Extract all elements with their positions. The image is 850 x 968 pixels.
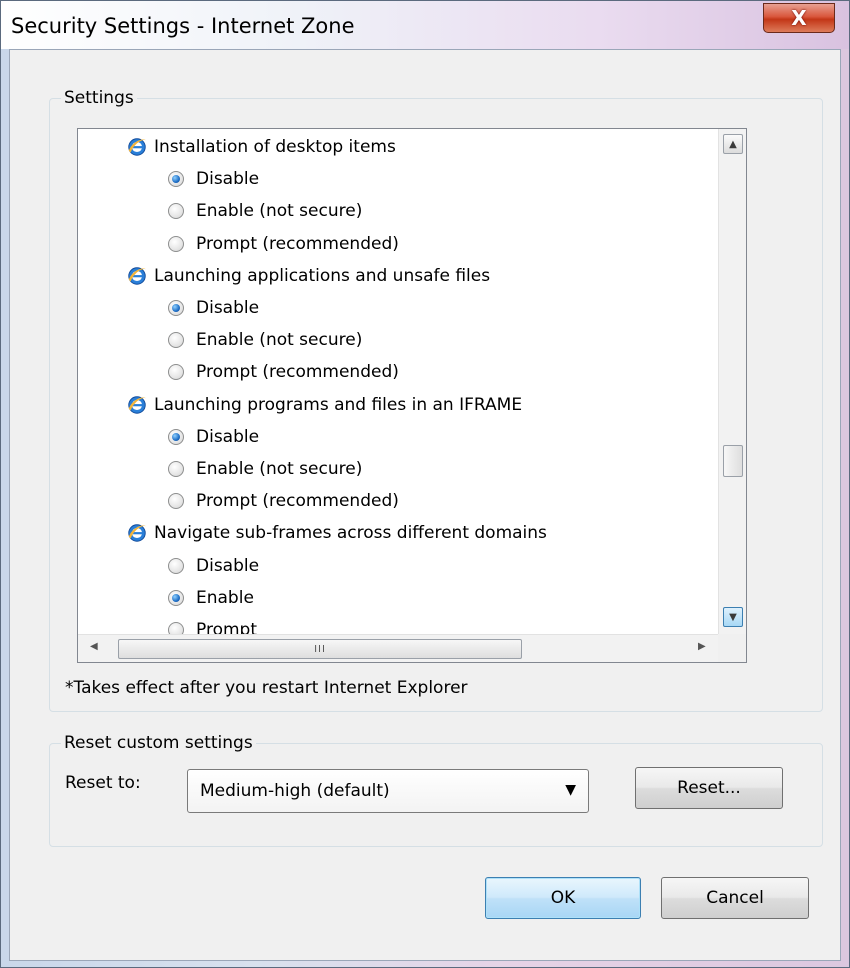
close-button[interactable]: X — [763, 3, 835, 33]
horizontal-scroll-thumb[interactable]: III — [118, 639, 522, 659]
settings-list[interactable]: Installation of desktop items Disable Enab… — [77, 128, 747, 663]
setting-category: Launching programs and files in an IFRAM… — [126, 389, 522, 421]
radio-unchecked-icon[interactable] — [168, 461, 184, 477]
setting-option-label: Enable (not secure) — [196, 459, 363, 479]
restart-note: *Takes effect after you restart Internet… — [65, 678, 468, 698]
setting-category: Launching applications and unsafe files — [126, 260, 490, 292]
radio-unchecked-icon[interactable] — [168, 203, 184, 220]
scroll-down-button[interactable]: ▼ — [723, 607, 743, 627]
cancel-button-label: Cancel — [706, 888, 764, 908]
horizontal-scrollbar[interactable]: ◀ III ▶ — [78, 634, 720, 662]
radio-checked-icon[interactable] — [168, 171, 184, 188]
setting-category-label: Launching programs and files in an IFRAM… — [154, 394, 523, 415]
internet-explorer-icon — [126, 136, 148, 158]
window-title: Security Settings - Internet Zone — [11, 14, 355, 38]
radio-checked-icon[interactable] — [168, 300, 184, 316]
setting-option-label: Disable — [196, 169, 260, 190]
setting-option[interactable]: Enable (not secure) — [168, 195, 362, 227]
setting-option[interactable]: Disable — [168, 550, 259, 582]
setting-category-label: Launching applications and unsafe files — [154, 265, 491, 286]
reset-level-dropdown[interactable]: Medium-high (default) ▼ — [187, 769, 589, 813]
setting-option[interactable]: Enable (not secure) — [168, 324, 362, 356]
scroll-up-button[interactable]: ▲ — [723, 134, 743, 154]
vertical-scrollbar[interactable]: ▲ ▼ — [718, 129, 746, 634]
setting-option-label: Prompt (recommended) — [196, 233, 399, 254]
ok-button-label: OK — [550, 888, 576, 908]
internet-explorer-icon — [126, 265, 148, 287]
cancel-button[interactable]: Cancel — [661, 877, 809, 919]
radio-unchecked-icon[interactable] — [168, 493, 184, 510]
radio-unchecked-icon[interactable] — [168, 364, 184, 381]
setting-option-label: Enable — [196, 587, 254, 608]
security-settings-dialog: Security Settings - Internet Zone X Sett… — [0, 0, 850, 968]
setting-option-label: Prompt (recommended) — [196, 362, 399, 383]
setting-option-label: Disable — [196, 298, 260, 318]
setting-option-label: Disable — [196, 426, 260, 447]
scrollbar-corner — [718, 634, 746, 662]
setting-category-label: Navigate sub-frames across different dom… — [154, 523, 547, 544]
setting-category-label: Installation of desktop items — [154, 137, 396, 157]
setting-option[interactable]: Enable (not secure) — [168, 453, 362, 485]
reset-button[interactable]: Reset... — [635, 767, 783, 809]
chevron-down-icon: ▼ — [565, 782, 576, 798]
setting-option[interactable]: Enable — [168, 582, 254, 614]
vertical-scroll-thumb[interactable] — [723, 445, 743, 477]
setting-option-label: Enable (not secure) — [196, 330, 363, 351]
close-icon: X — [791, 6, 807, 30]
radio-unchecked-icon[interactable] — [168, 235, 184, 252]
setting-option[interactable]: Disable — [168, 292, 259, 324]
setting-option[interactable]: Prompt (recommended) — [168, 356, 399, 388]
scroll-up-arrow-icon: ▲ — [729, 138, 737, 150]
radio-unchecked-icon[interactable] — [168, 557, 184, 574]
scroll-down-arrow-icon: ▼ — [729, 611, 737, 623]
scroll-left-icon[interactable]: ◀ — [90, 641, 98, 652]
setting-option[interactable]: Prompt (recommended) — [168, 485, 399, 517]
scroll-grip-icon: III — [314, 643, 326, 655]
setting-option-label: Disable — [196, 555, 260, 576]
scroll-right-icon[interactable]: ▶ — [698, 641, 706, 652]
reset-button-label: Reset... — [677, 778, 741, 798]
title-bar[interactable]: Security Settings - Internet Zone X — [1, 1, 849, 49]
setting-option-label: Prompt (recommended) — [196, 491, 399, 512]
setting-option-label: Enable (not secure) — [196, 201, 363, 222]
settings-group-label: Settings — [61, 88, 137, 108]
internet-explorer-icon — [126, 394, 148, 416]
setting-category: Navigate sub-frames across different dom… — [126, 517, 547, 549]
setting-category: Installation of desktop items — [126, 131, 396, 163]
radio-unchecked-icon[interactable] — [168, 332, 184, 349]
reset-level-value: Medium-high (default) — [200, 781, 390, 801]
radio-checked-icon[interactable] — [168, 428, 184, 445]
reset-to-label: Reset to: — [65, 773, 141, 793]
radio-checked-icon[interactable] — [168, 589, 184, 606]
internet-explorer-icon — [126, 522, 148, 544]
reset-group-label: Reset custom settings — [61, 733, 256, 753]
setting-option[interactable]: Disable — [168, 163, 259, 195]
ok-button[interactable]: OK — [485, 877, 641, 919]
setting-option[interactable]: Disable — [168, 421, 259, 453]
setting-option[interactable]: Prompt (recommended) — [168, 228, 399, 260]
